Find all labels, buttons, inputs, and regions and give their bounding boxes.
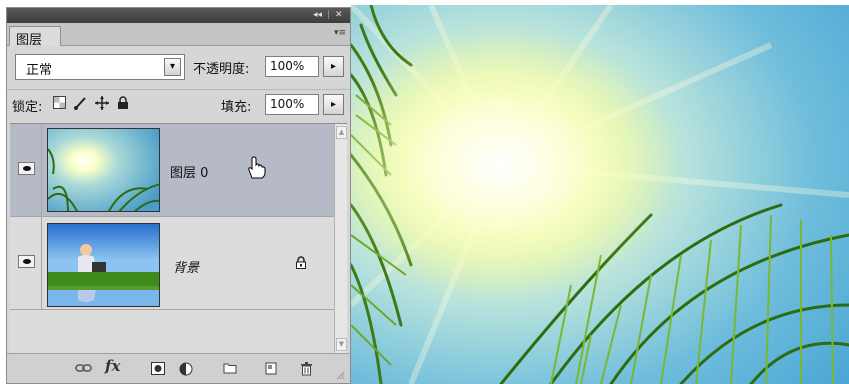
trash-icon[interactable] <box>301 362 312 380</box>
fill-slider-button[interactable]: ▸ <box>323 94 344 115</box>
panel-menu-icon[interactable]: ▾≡ <box>334 28 346 38</box>
divider <box>7 89 350 90</box>
layer-list: 图层 0 背景 ▲ ▼ <box>10 123 347 354</box>
fx-icon[interactable]: fx <box>105 359 120 374</box>
blend-mode-select[interactable]: 正常 ▾ <box>15 54 185 80</box>
adjustment-icon[interactable] <box>179 362 193 380</box>
titlebar-divider: | <box>327 10 331 20</box>
visibility-cell[interactable] <box>10 217 42 309</box>
mask-icon[interactable] <box>151 362 165 379</box>
tab-layers-label: 图层 <box>16 33 43 48</box>
opacity-value: 100% <box>270 59 305 73</box>
panel-bottom-toolbar: fx <box>7 353 350 383</box>
move-lock-icon[interactable] <box>95 96 109 114</box>
opacity-input[interactable]: 100% <box>265 56 319 77</box>
collapse-icon[interactable]: ◂◂ <box>313 9 322 21</box>
new-layer-icon[interactable] <box>265 362 277 379</box>
eye-icon[interactable] <box>18 162 35 175</box>
resize-grip-icon[interactable] <box>335 370 345 384</box>
folder-icon[interactable] <box>223 362 237 378</box>
layer-name-background[interactable]: 背景 <box>173 257 199 276</box>
transparency-lock-icon[interactable] <box>53 96 66 113</box>
layer-row-layer-0[interactable]: 图层 0 <box>10 124 334 217</box>
lock-label: 锁定: <box>12 100 43 115</box>
tab-layers[interactable]: 图层 <box>9 26 61 48</box>
panel-titlebar: ◂◂ | ✕ <box>7 8 350 23</box>
scroll-down-button[interactable]: ▼ <box>336 338 347 351</box>
fill-input[interactable]: 100% <box>265 94 319 115</box>
link-icon[interactable] <box>75 362 93 378</box>
fill-value: 100% <box>270 97 305 111</box>
layers-panel: ◂◂ | ✕ 图层 ▾≡ 正常 ▾ 不透明度: 100% ▸ 锁定: 填充: 1… <box>6 7 351 384</box>
brush-lock-icon[interactable] <box>73 96 87 114</box>
visibility-cell[interactable] <box>10 124 42 216</box>
tab-row: 图层 ▾≡ <box>7 23 350 48</box>
chevron-down-icon[interactable]: ▾ <box>164 58 181 76</box>
close-icon[interactable]: ✕ <box>335 9 343 21</box>
opacity-label: 不透明度: <box>193 62 250 77</box>
layer-thumbnail-palm <box>47 128 160 212</box>
fill-label: 填充: <box>221 100 252 115</box>
opacity-slider-button[interactable]: ▸ <box>323 56 344 77</box>
layer-list-scrollbar[interactable]: ▲ ▼ <box>334 124 347 354</box>
padlock-icon[interactable] <box>117 96 129 114</box>
layer-thumbnail-boy-laptop <box>47 223 160 307</box>
layer-name-layer-0[interactable]: 图层 0 <box>170 162 208 181</box>
canvas-image-palm-sunlight <box>351 5 849 384</box>
scroll-up-button[interactable]: ▲ <box>336 126 347 139</box>
blend-mode-value: 正常 <box>26 63 53 78</box>
layer-row-background[interactable]: 背景 <box>10 217 334 310</box>
hand-cursor-icon <box>246 156 266 183</box>
lock-icon <box>295 256 307 272</box>
eye-icon[interactable] <box>18 255 35 268</box>
